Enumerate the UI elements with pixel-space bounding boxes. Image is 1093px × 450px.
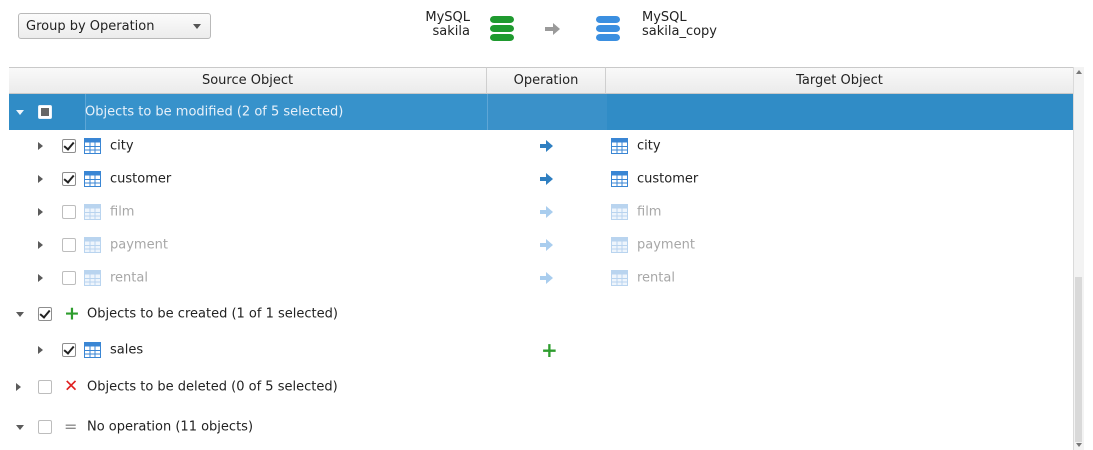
- item-checkbox[interactable]: [62, 172, 76, 187]
- item-checkbox[interactable]: [62, 204, 76, 219]
- target-db-name: sakila_copy: [642, 24, 718, 39]
- table-row[interactable]: customer customer: [9, 163, 1084, 196]
- group-by-dropdown[interactable]: Group by Operation: [18, 13, 211, 39]
- group-checkbox[interactable]: [38, 379, 52, 394]
- equals-icon: =: [64, 416, 78, 436]
- group-row[interactable]: Objects to be modified (2 of 5 selected): [9, 94, 1084, 130]
- column-header-operation[interactable]: Operation: [487, 67, 606, 94]
- source-object-name: sales: [110, 342, 144, 358]
- arrow-right-icon: [540, 205, 553, 218]
- scroll-down-icon[interactable]: [1076, 443, 1082, 447]
- group-by-value: Group by Operation: [26, 18, 155, 34]
- table-icon: [84, 342, 101, 359]
- table-icon: [84, 203, 101, 220]
- collapse-icon[interactable]: [16, 424, 24, 430]
- source-db-label: MySQL sakila: [404, 11, 470, 39]
- source-object-name: film: [110, 204, 135, 220]
- table-icon: [611, 171, 628, 188]
- arrow-right-icon: [540, 271, 553, 284]
- vertical-scrollbar[interactable]: [1073, 67, 1084, 450]
- target-object-name: city: [637, 138, 661, 154]
- column-header-source[interactable]: Source Object: [9, 67, 487, 94]
- table-icon: [84, 138, 101, 155]
- group-label: Objects to be deleted (0 of 5 selected): [87, 379, 338, 395]
- scroll-up-icon[interactable]: [1076, 70, 1082, 74]
- database-icon-green: [490, 16, 514, 41]
- arrow-right-icon: [540, 238, 553, 251]
- table-row[interactable]: sales +: [9, 334, 1084, 367]
- selection-cell: [487, 94, 607, 130]
- item-checkbox[interactable]: [62, 343, 76, 358]
- target-object-name: customer: [637, 171, 699, 187]
- plus-icon: +: [64, 302, 80, 325]
- table-icon: [84, 236, 101, 253]
- item-checkbox[interactable]: [62, 270, 76, 285]
- collapse-icon[interactable]: [16, 110, 24, 115]
- x-icon: ✕: [64, 376, 79, 397]
- group-row[interactable]: ✕ Objects to be deleted (0 of 5 selected): [9, 367, 1084, 407]
- group-label: Objects to be modified (2 of 5 selected): [85, 104, 344, 120]
- item-checkbox[interactable]: [62, 237, 76, 252]
- target-object-name: film: [637, 204, 662, 220]
- group-label: No operation (11 objects): [87, 419, 254, 435]
- source-object-name: payment: [110, 237, 168, 253]
- expand-icon[interactable]: [38, 240, 43, 249]
- table-row[interactable]: rental rental: [9, 261, 1084, 294]
- source-db-engine: MySQL: [425, 10, 470, 25]
- table-icon: [84, 171, 101, 188]
- source-object-name: customer: [110, 171, 172, 187]
- item-checkbox[interactable]: [62, 139, 76, 154]
- target-object-name: payment: [637, 237, 695, 253]
- group-row[interactable]: + Objects to be created (1 of 1 selected): [9, 294, 1084, 334]
- group-checkbox[interactable]: [38, 419, 52, 434]
- table-icon: [611, 269, 628, 286]
- schema-diff-tree[interactable]: Source Object Operation Target Object Ob…: [9, 67, 1084, 450]
- table-icon: [611, 203, 628, 220]
- expand-icon[interactable]: [38, 273, 43, 282]
- source-object-name: city: [110, 138, 134, 154]
- group-label: Objects to be created (1 of 1 selected): [87, 306, 338, 322]
- table-icon: [611, 138, 628, 155]
- arrow-right-icon: [540, 173, 553, 186]
- expand-icon[interactable]: [16, 382, 21, 391]
- table-icon: [611, 236, 628, 253]
- table-row[interactable]: payment payment: [9, 228, 1084, 261]
- expand-icon[interactable]: [38, 207, 43, 216]
- target-db-engine: MySQL: [642, 10, 687, 25]
- expand-icon[interactable]: [38, 175, 43, 184]
- group-checkbox[interactable]: [38, 105, 52, 119]
- table-row[interactable]: film film: [9, 196, 1084, 229]
- group-row[interactable]: = No operation (11 objects): [9, 407, 1084, 447]
- header: Group by Operation MySQL sakila MySQL sa…: [0, 0, 1093, 62]
- column-header-target[interactable]: Target Object: [606, 67, 1074, 94]
- table-row[interactable]: city city: [9, 130, 1084, 163]
- collapse-icon[interactable]: [16, 311, 24, 317]
- plus-icon: +: [541, 338, 558, 363]
- target-db-label: MySQL sakila_copy: [642, 11, 762, 39]
- expand-icon[interactable]: [38, 346, 43, 355]
- group-checkbox[interactable]: [38, 306, 52, 321]
- arrow-right-icon: [545, 23, 560, 35]
- chevron-down-icon: [193, 24, 201, 29]
- scroll-thumb[interactable]: [1075, 277, 1082, 442]
- target-object-name: rental: [637, 270, 675, 286]
- table-icon: [84, 269, 101, 286]
- source-object-name: rental: [110, 270, 148, 286]
- database-icon-blue: [596, 16, 620, 41]
- tree-rows: Objects to be modified (2 of 5 selected)…: [9, 94, 1084, 447]
- expand-icon[interactable]: [38, 142, 43, 151]
- arrow-right-icon: [540, 140, 553, 153]
- source-db-name: sakila: [432, 24, 470, 39]
